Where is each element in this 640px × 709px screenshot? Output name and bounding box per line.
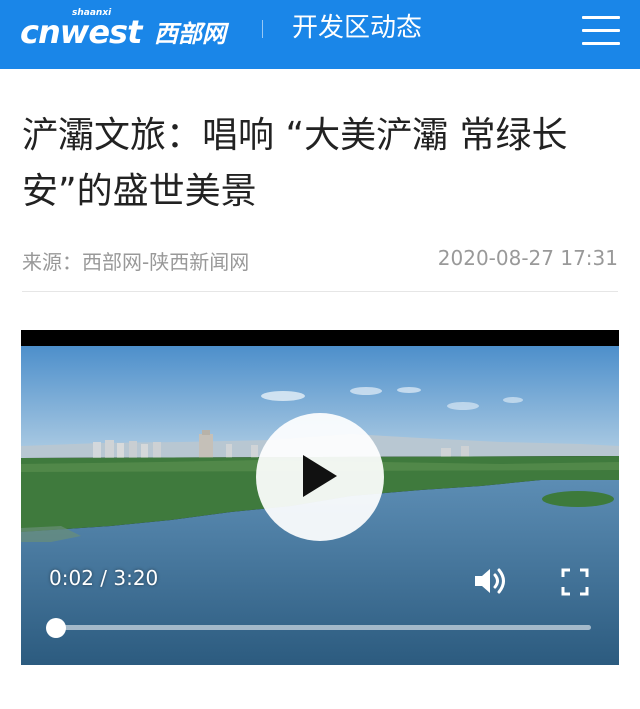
volume-icon[interactable] (473, 566, 509, 596)
video-player[interactable]: 0:02 / 3:20 (21, 330, 619, 665)
section-title[interactable]: 开发区动态 (292, 12, 422, 44)
header-divider (262, 20, 263, 38)
site-logo[interactable]: shaanxi cnwest 西部网 (20, 8, 240, 56)
play-button[interactable] (256, 413, 384, 541)
video-time: 0:02 / 3:20 (49, 566, 159, 590)
divider-line (22, 291, 618, 292)
top-bar: shaanxi cnwest 西部网 开发区动态 (0, 0, 640, 69)
play-icon (303, 455, 337, 497)
fullscreen-icon[interactable] (561, 568, 589, 596)
article-datetime: 2020-08-27 17:31 (437, 246, 618, 270)
article-source: 来源：西部网-陕西新闻网 (22, 250, 250, 274)
logo-chinese-text: 西部网 (154, 20, 226, 48)
logo-text: cnwest (20, 13, 142, 51)
hamburger-menu-icon[interactable] (582, 16, 620, 46)
progress-bar[interactable] (46, 618, 591, 638)
article-title: 浐灞文旅：唱响 “大美浐灞 常绿长安”的盛世美景 (22, 115, 568, 212)
